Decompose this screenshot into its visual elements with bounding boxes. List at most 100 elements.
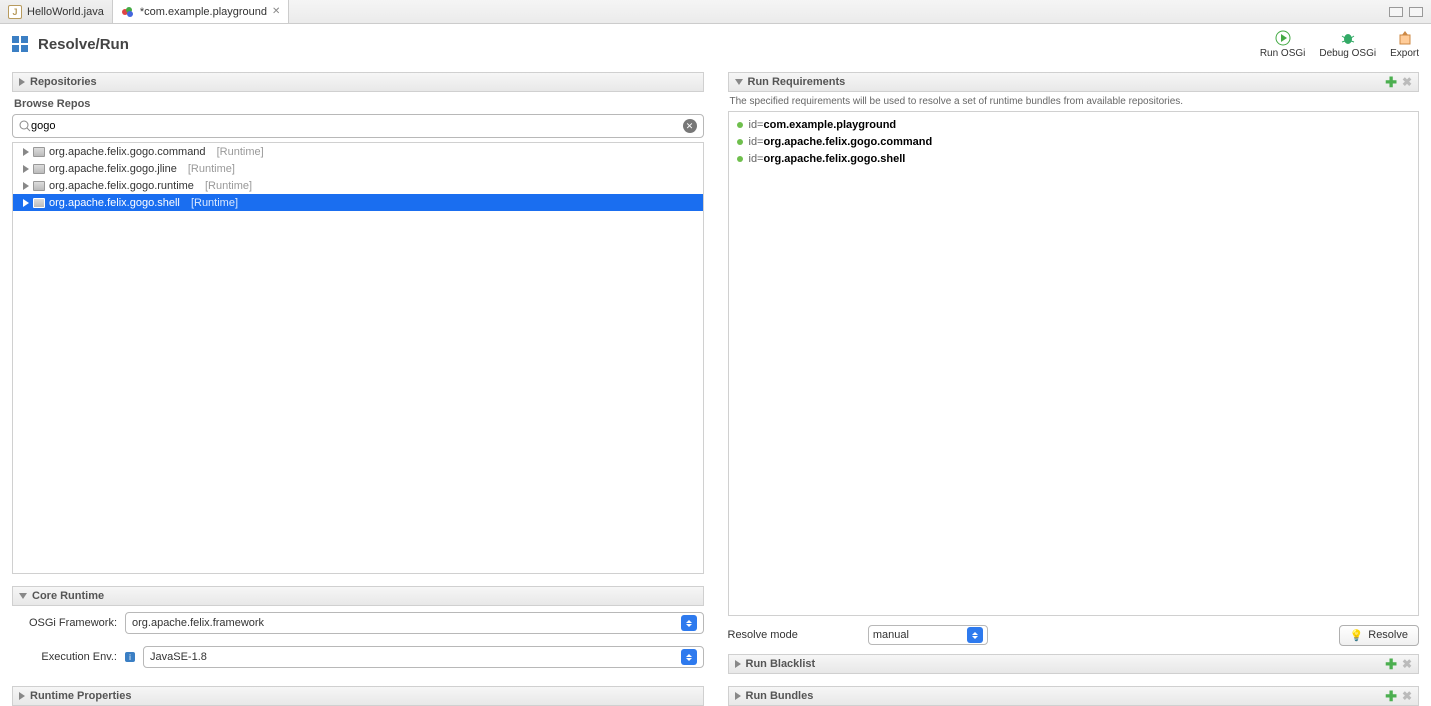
tab-helloworld[interactable]: J HelloWorld.java [0,0,113,23]
search-icon [19,120,31,132]
remove-requirement-icon[interactable]: ✖ [1402,75,1412,89]
disclosure-icon [735,79,743,85]
requirement-item[interactable]: id=com.example.playground [737,116,1411,133]
dropdown-arrow-icon [681,649,697,665]
osgi-framework-value: org.apache.felix.framework [132,617,264,629]
core-runtime-header[interactable]: Core Runtime [12,586,704,606]
req-text: id=org.apache.felix.gogo.command [749,136,933,148]
bundle-icon [33,181,45,191]
export-label: Export [1390,48,1419,59]
tree-item-name: org.apache.felix.gogo.runtime [49,180,194,192]
repositories-header[interactable]: Repositories [12,72,704,92]
java-file-icon: J [8,5,22,19]
bundle-icon [33,147,45,157]
req-bullet-icon [737,122,743,128]
bundle-icon [33,198,45,208]
runtime-properties-title: Runtime Properties [30,690,131,702]
tab-playground[interactable]: *com.example.playground ✕ [113,0,290,23]
run-requirements-desc: The specified requirements will be used … [728,92,1420,111]
info-icon[interactable]: i [125,652,135,662]
run-requirements-header[interactable]: Run Requirements ✚ ✖ [728,72,1420,92]
runtime-properties-header[interactable]: Runtime Properties [12,686,704,706]
tree-item-tag: [Runtime] [191,197,238,209]
tree-item[interactable]: org.apache.felix.gogo.shell [Runtime] [13,194,703,211]
add-blacklist-icon[interactable]: ✚ [1385,656,1397,673]
right-column: Run Requirements ✚ ✖ The specified requi… [728,72,1420,706]
osgi-framework-select[interactable]: org.apache.felix.framework [125,612,704,634]
close-tab-icon[interactable]: ✕ [272,6,280,17]
tree-item-name: org.apache.felix.gogo.command [49,146,206,158]
editor-header: Resolve/Run Run OSGi Debug OSGi Export [0,24,1431,64]
run-osgi-button[interactable]: Run OSGi [1260,30,1306,59]
requirement-item[interactable]: id=org.apache.felix.gogo.command [737,133,1411,150]
clear-search-icon[interactable]: ✕ [683,119,697,133]
requirement-item[interactable]: id=org.apache.felix.gogo.shell [737,150,1411,167]
add-bundle-icon[interactable]: ✚ [1385,688,1397,705]
repo-search-input[interactable] [31,120,683,132]
execution-env-value: JavaSE-1.8 [150,651,207,663]
tree-item[interactable]: org.apache.felix.gogo.jline [Runtime] [13,160,703,177]
resolve-mode-select[interactable]: manual [868,625,988,645]
tree-item-tag: [Runtime] [188,163,235,175]
repo-search-row: ✕ [12,114,704,138]
tree-item-name: org.apache.felix.gogo.jline [49,163,177,175]
run-requirements-title: Run Requirements [748,76,846,88]
resolve-button[interactable]: 💡 Resolve [1339,625,1419,646]
run-bundles-header[interactable]: Run Bundles ✚ ✖ [728,686,1420,706]
disclosure-icon [735,692,741,700]
tab-bar: J HelloWorld.java *com.example.playgroun… [0,0,1431,24]
tree-item-tag: [Runtime] [217,146,264,158]
req-text: id=org.apache.felix.gogo.shell [749,153,906,165]
add-requirement-icon[interactable]: ✚ [1385,74,1397,91]
req-text: id=com.example.playground [749,119,897,131]
tab-label: *com.example.playground [140,6,267,18]
disclosure-icon [19,593,27,599]
expand-icon[interactable] [23,148,29,156]
debug-osgi-button[interactable]: Debug OSGi [1319,30,1376,59]
export-button[interactable]: Export [1390,30,1419,59]
core-runtime-title: Core Runtime [32,590,104,602]
tree-item[interactable]: org.apache.felix.gogo.runtime [Runtime] [13,177,703,194]
debug-icon [1340,30,1356,46]
maximize-button[interactable] [1409,7,1423,17]
resolve-button-label: Resolve [1368,629,1408,641]
main-split: Repositories Browse Repos ✕ org.apache.f… [0,64,1431,706]
tree-item-name: org.apache.felix.gogo.shell [49,197,180,209]
run-bundles-title: Run Bundles [746,690,814,702]
expand-icon[interactable] [23,165,29,173]
debug-osgi-label: Debug OSGi [1319,48,1376,59]
resolve-mode-label: Resolve mode [728,629,798,641]
resolve-mode-row: Resolve mode manual 💡 Resolve [728,620,1420,650]
page-title: Resolve/Run [38,36,129,53]
expand-icon[interactable] [23,182,29,190]
repo-tree[interactable]: org.apache.felix.gogo.command [Runtime] … [12,142,704,574]
browse-repos-label: Browse Repos [12,92,704,114]
toolbar-actions: Run OSGi Debug OSGi Export [1260,30,1419,59]
run-blacklist-header[interactable]: Run Blacklist ✚ ✖ [728,654,1420,674]
tab-label: HelloWorld.java [27,6,104,18]
execution-env-select[interactable]: JavaSE-1.8 [143,646,704,668]
bulb-icon: 💡 [1350,629,1364,642]
disclosure-icon [19,692,25,700]
req-bullet-icon [737,139,743,145]
run-osgi-label: Run OSGi [1260,48,1306,59]
remove-blacklist-icon[interactable]: ✖ [1402,657,1412,671]
execution-env-row: Execution Env.: i JavaSE-1.8 [12,644,704,670]
tree-item[interactable]: org.apache.felix.gogo.command [Runtime] [13,143,703,160]
disclosure-icon [19,78,25,86]
remove-bundle-icon[interactable]: ✖ [1402,689,1412,703]
resolve-mode-value: manual [873,629,909,641]
execution-env-label: Execution Env.: [12,651,117,663]
expand-icon[interactable] [23,199,29,207]
minimize-button[interactable] [1389,7,1403,17]
run-blacklist-title: Run Blacklist [746,658,816,670]
left-column: Repositories Browse Repos ✕ org.apache.f… [12,72,704,706]
requirements-list[interactable]: id=com.example.playground id=org.apache.… [728,111,1420,616]
tree-item-tag: [Runtime] [205,180,252,192]
osgi-framework-label: OSGi Framework: [12,617,117,629]
bundle-icon [33,164,45,174]
export-icon [1397,30,1413,46]
repositories-title: Repositories [30,76,97,88]
disclosure-icon [735,660,741,668]
window-controls [1389,7,1431,17]
